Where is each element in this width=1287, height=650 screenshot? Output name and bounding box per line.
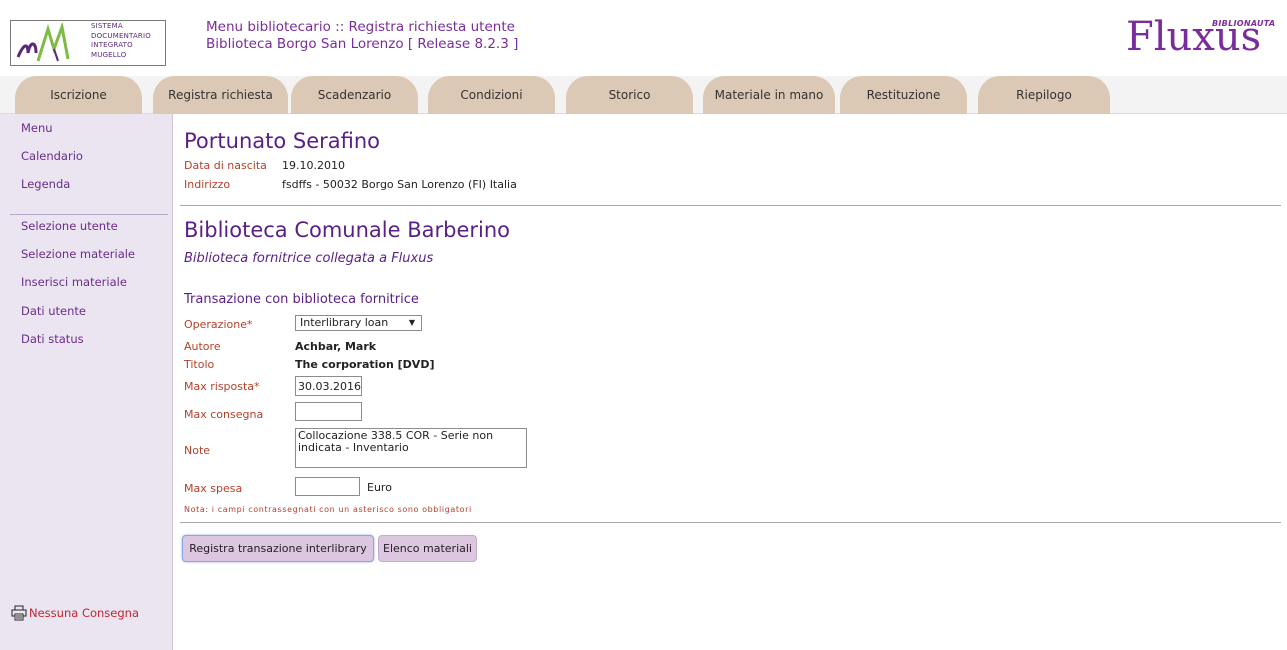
brand-logo: Fluxus bbox=[1126, 14, 1262, 60]
chevron-down-icon: ▼ bbox=[408, 318, 415, 327]
tab-condizioni[interactable]: Condizioni bbox=[428, 76, 555, 114]
max-reply-label: Max risposta* bbox=[184, 380, 260, 393]
header-title: Menu bibliotecario :: Registra richiesta… bbox=[206, 19, 518, 53]
sidebar-footer-nessuna-consegna[interactable]: Nessuna Consegna bbox=[11, 605, 139, 621]
logo-line: Integrato bbox=[91, 41, 133, 49]
tab-materiale-in-mano[interactable]: Materiale in mano bbox=[703, 76, 835, 114]
sidebar-item-dati-utente[interactable]: Dati utente bbox=[21, 304, 86, 318]
birth-value: 19.10.2010 bbox=[282, 159, 345, 172]
max-cost-input[interactable] bbox=[295, 477, 360, 496]
title-value: The corporation [DVD] bbox=[295, 358, 435, 371]
sidebar-item-dati-status[interactable]: Dati status bbox=[21, 332, 84, 346]
sidebar-item-selezione-materiale[interactable]: Selezione materiale bbox=[21, 247, 135, 261]
sdim-logo-icon bbox=[14, 23, 88, 65]
sdim-logo[interactable]: Sistema Documentario Integrato Mugello bbox=[10, 20, 166, 66]
title-label: Titolo bbox=[184, 358, 215, 371]
tab-restituzione[interactable]: Restituzione bbox=[840, 76, 967, 114]
section-title: Transazione con biblioteca fornitrice bbox=[184, 292, 419, 307]
tab-riepilogo[interactable]: Riepilogo bbox=[978, 76, 1110, 114]
tab-storico[interactable]: Storico bbox=[566, 76, 693, 114]
logo-line: Sistema bbox=[91, 22, 123, 30]
sidebar-item-selezione-utente[interactable]: Selezione utente bbox=[21, 219, 118, 233]
header-title-line1: Menu bibliotecario :: Registra richiesta… bbox=[206, 19, 515, 35]
register-transaction-button[interactable]: Registra transazione interlibrary bbox=[182, 535, 374, 562]
tab-bar: Iscrizione Registra richiesta Scadenzari… bbox=[0, 76, 1287, 114]
main-content: Portunato Serafino Data di nascita 19.10… bbox=[173, 114, 1287, 650]
sidebar-item-menu[interactable]: Menu bbox=[21, 121, 53, 135]
max-cost-label: Max spesa bbox=[184, 482, 243, 495]
printer-icon bbox=[11, 605, 27, 621]
birth-label: Data di nascita bbox=[184, 159, 267, 172]
divider bbox=[180, 205, 1281, 206]
sidebar-item-calendario[interactable]: Calendario bbox=[21, 149, 83, 163]
address-label: Indirizzo bbox=[184, 178, 231, 191]
max-delivery-input[interactable] bbox=[295, 402, 362, 421]
user-name: Portunato Serafino bbox=[184, 129, 381, 153]
sidebar-item-legenda[interactable]: Legenda bbox=[21, 177, 70, 191]
author-value: Achbar, Mark bbox=[295, 340, 377, 353]
sidebar-footer-label: Nessuna Consegna bbox=[29, 606, 139, 620]
tab-registra-richiesta[interactable]: Registra richiesta bbox=[153, 76, 288, 114]
address-value: fsdffs - 50032 Borgo San Lorenzo (FI) It… bbox=[282, 178, 517, 191]
materials-list-button[interactable]: Elenco materiali bbox=[378, 535, 477, 562]
sidebar-divider bbox=[10, 214, 168, 215]
sidebar: Menu Calendario Legenda Selezione utente… bbox=[0, 114, 173, 650]
tab-iscrizione[interactable]: Iscrizione bbox=[15, 76, 142, 114]
currency-label: Euro bbox=[367, 481, 392, 494]
logo-line: Documentario bbox=[91, 31, 151, 40]
library-subtitle: Biblioteca fornitrice collegata a Fluxus bbox=[184, 251, 434, 266]
author-label: Autore bbox=[184, 340, 221, 353]
note-label: Note bbox=[184, 444, 211, 457]
logo-line: Mugello bbox=[91, 50, 127, 59]
max-delivery-label: Max consegna bbox=[184, 408, 264, 421]
divider bbox=[180, 522, 1281, 523]
max-reply-input[interactable] bbox=[295, 376, 362, 396]
operation-select[interactable]: Interlibrary loan ▼ bbox=[295, 315, 422, 331]
logo-text: Sistema Documentario Integrato Mugello bbox=[91, 22, 151, 60]
operation-label: Operazione* bbox=[184, 318, 253, 331]
sidebar-item-inserisci-materiale[interactable]: Inserisci materiale bbox=[21, 275, 127, 289]
header-title-line2: Biblioteca Borgo San Lorenzo [ Release 8… bbox=[206, 36, 519, 52]
mandatory-note: Nota: i campi contrassegnati con un aste… bbox=[184, 505, 472, 514]
tab-scadenzario[interactable]: Scadenzario bbox=[291, 76, 418, 114]
library-name: Biblioteca Comunale Barberino bbox=[184, 218, 511, 242]
operation-select-value: Interlibrary loan bbox=[300, 316, 389, 329]
note-textarea[interactable]: Collocazione 338.5 COR - Serie non indic… bbox=[295, 428, 527, 468]
page-header: Sistema Documentario Integrato Mugello M… bbox=[0, 0, 1287, 76]
